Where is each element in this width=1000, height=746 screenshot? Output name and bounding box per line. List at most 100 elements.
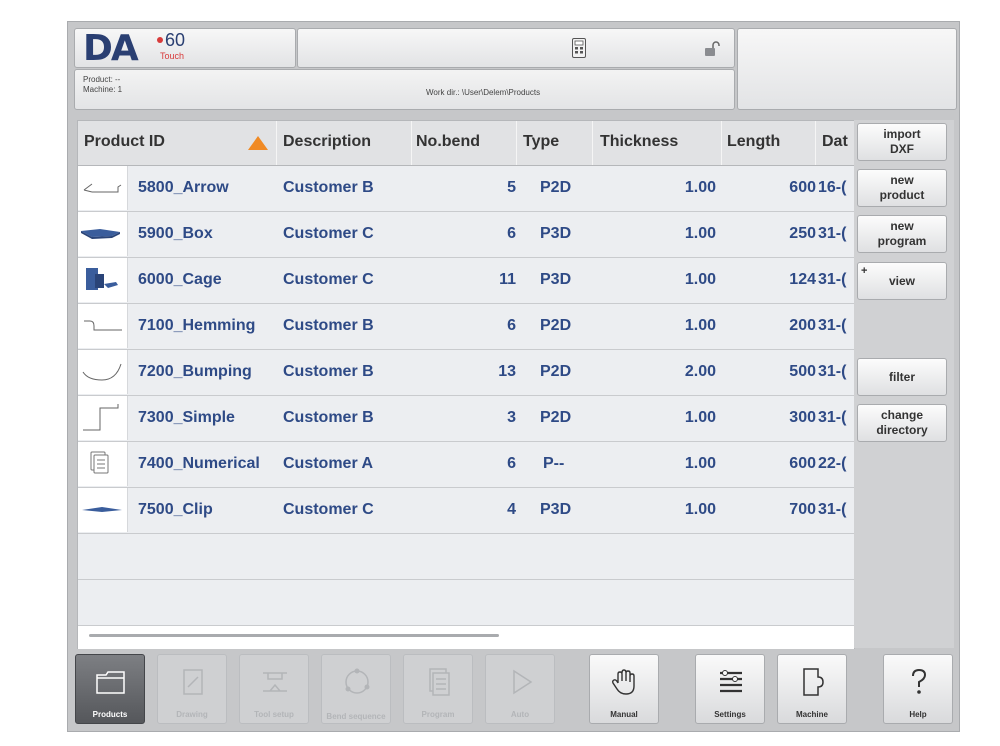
product-thickness: 2.00 bbox=[684, 363, 716, 380]
product-thumbnail bbox=[78, 212, 128, 256]
product-type: P2D bbox=[540, 179, 572, 196]
product-thickness: 1.00 bbox=[684, 501, 716, 518]
product-length: 200 bbox=[789, 317, 816, 334]
nav-bend-sequence-label: Bend sequence bbox=[326, 712, 386, 721]
nav-help[interactable]: Help bbox=[883, 654, 953, 724]
product-description: Customer C bbox=[283, 225, 374, 242]
title-bar bbox=[297, 28, 735, 68]
table-header: Product ID Description No.bend Type Thic… bbox=[78, 121, 854, 166]
product-description: Customer B bbox=[283, 363, 374, 380]
product-length: 700 bbox=[789, 501, 816, 518]
product-description: Customer B bbox=[283, 317, 374, 334]
column-header-thickness[interactable]: Thickness bbox=[600, 133, 678, 151]
product-bends: 6 bbox=[507, 455, 516, 472]
nav-machine-label: Machine bbox=[795, 710, 828, 719]
nav-drawing[interactable]: Drawing bbox=[157, 654, 227, 724]
product-date: 16-( bbox=[818, 179, 847, 196]
table-row[interactable]: 7300_Simple Customer B 3 P2D 1.00 300 31… bbox=[78, 396, 854, 442]
folder-icon bbox=[96, 671, 125, 694]
product-description: Customer B bbox=[283, 179, 374, 196]
product-date: 31-( bbox=[818, 501, 847, 518]
nav-auto[interactable]: Auto bbox=[485, 654, 555, 724]
play-icon bbox=[513, 669, 533, 695]
nav-machine[interactable]: Machine bbox=[777, 654, 847, 724]
nav-bend-sequence[interactable]: Bend sequence bbox=[321, 654, 391, 724]
nav-settings[interactable]: Settings bbox=[695, 654, 765, 724]
new-program-button[interactable]: new program bbox=[857, 215, 947, 253]
product-type: P3D bbox=[540, 501, 572, 518]
nav-program[interactable]: Program bbox=[403, 654, 473, 724]
calculator-icon[interactable] bbox=[572, 38, 586, 63]
machine-icon bbox=[803, 668, 824, 696]
horizontal-scrollbar[interactable] bbox=[89, 634, 499, 637]
column-divider bbox=[815, 121, 816, 165]
filter-button[interactable]: filter bbox=[857, 358, 947, 396]
logo: DA 60 Touch bbox=[74, 28, 296, 69]
product-bends: 11 bbox=[499, 271, 516, 288]
new-product-button[interactable]: new product bbox=[857, 169, 947, 207]
logo-dot bbox=[157, 37, 163, 43]
table-row[interactable]: 7500_Clip Customer C 4 P3D 1.00 700 31-( bbox=[78, 488, 854, 534]
product-bends: 6 bbox=[507, 225, 516, 242]
column-header-type[interactable]: Type bbox=[523, 133, 559, 151]
change-directory-label: change directory bbox=[876, 408, 928, 437]
product-table[interactable]: Product ID Description No.bend Type Thic… bbox=[77, 120, 855, 650]
column-header-length[interactable]: Length bbox=[727, 133, 780, 151]
column-header-product-id[interactable]: Product ID bbox=[84, 133, 165, 151]
column-header-date[interactable]: Dat bbox=[822, 133, 848, 151]
product-id: 5800_Arrow bbox=[138, 179, 229, 196]
nav-tool-setup[interactable]: Tool setup bbox=[239, 654, 309, 724]
info-bar: Product: -- Machine: 1 Work dir.: \User\… bbox=[74, 69, 735, 110]
table-row[interactable]: 5800_Arrow Customer B 5 P2D 1.00 600 16-… bbox=[78, 166, 854, 212]
product-type: P3D bbox=[540, 225, 572, 242]
machine-info: Machine: 1 bbox=[83, 85, 123, 94]
product-bends: 5 bbox=[507, 179, 516, 196]
status-area bbox=[737, 28, 957, 110]
product-date: 22-( bbox=[818, 455, 847, 472]
logo-da-text: DA bbox=[83, 28, 139, 69]
product-date: 31-( bbox=[818, 409, 847, 426]
product-length: 300 bbox=[789, 409, 816, 426]
drawing-icon bbox=[183, 669, 203, 695]
sort-ascending-icon[interactable] bbox=[248, 136, 268, 150]
product-bends: 4 bbox=[507, 501, 516, 518]
table-row[interactable]: 7400_Numerical Customer A 6 P-- 1.00 600… bbox=[78, 442, 854, 488]
column-divider bbox=[721, 121, 722, 165]
nav-drawing-label: Drawing bbox=[176, 710, 208, 719]
product-length: 500 bbox=[789, 363, 816, 380]
product-type: P2D bbox=[540, 317, 572, 334]
unlock-icon bbox=[704, 41, 720, 62]
import-dxf-button[interactable]: import DXF bbox=[857, 123, 947, 161]
column-header-description[interactable]: Description bbox=[283, 133, 371, 151]
table-row[interactable]: 6000_Cage Customer C 11 P3D 1.00 124 31-… bbox=[78, 258, 854, 304]
product-thumbnail bbox=[78, 258, 128, 302]
change-directory-button[interactable]: change directory bbox=[857, 404, 947, 442]
view-expand-marker: + bbox=[861, 265, 868, 277]
nav-manual-label: Manual bbox=[610, 710, 638, 719]
table-row[interactable]: 7200_Bumping Customer B 13 P2D 2.00 500 … bbox=[78, 350, 854, 396]
product-bends: 6 bbox=[507, 317, 516, 334]
help-icon bbox=[912, 668, 927, 694]
product-date: 31-( bbox=[818, 271, 847, 288]
new-product-label: new product bbox=[879, 173, 925, 202]
settings-list-icon bbox=[720, 670, 742, 693]
product-type: P-- bbox=[543, 455, 565, 472]
work-dir-info: Work dir.: \User\Delem\Products bbox=[426, 88, 541, 97]
nav-products[interactable]: Products bbox=[75, 654, 145, 724]
product-date: 31-( bbox=[818, 317, 847, 334]
nav-auto-label: Auto bbox=[510, 710, 530, 719]
view-button[interactable]: + view bbox=[857, 262, 947, 300]
new-program-label: new program bbox=[877, 219, 927, 248]
nav-tool-setup-label: Tool setup bbox=[254, 710, 294, 719]
nav-manual[interactable]: Manual bbox=[589, 654, 659, 724]
product-thickness: 1.00 bbox=[684, 455, 716, 472]
logo-model-text: 60 bbox=[165, 30, 186, 50]
product-id: 6000_Cage bbox=[138, 271, 222, 288]
column-header-bends[interactable]: No.bend bbox=[416, 133, 480, 151]
product-description: Customer A bbox=[283, 455, 374, 472]
product-thumbnail bbox=[78, 304, 128, 348]
product-description: Customer C bbox=[283, 501, 374, 518]
table-row[interactable]: 5900_Box Customer C 6 P3D 1.00 250 31-( bbox=[78, 212, 854, 258]
hand-icon bbox=[611, 669, 635, 695]
table-row[interactable]: 7100_Hemming Customer B 6 P2D 1.00 200 3… bbox=[78, 304, 854, 350]
